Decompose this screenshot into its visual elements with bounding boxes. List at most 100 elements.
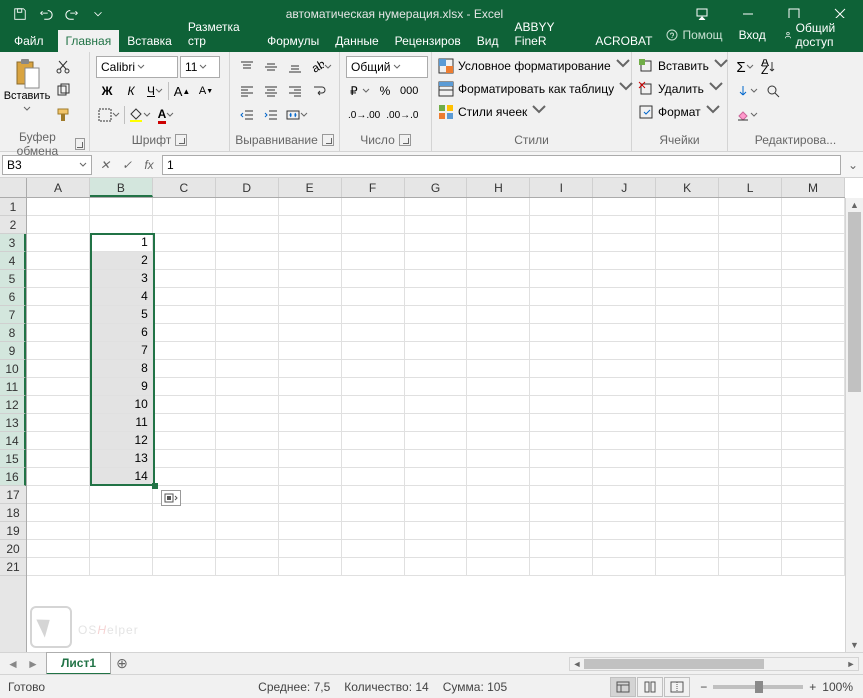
cell[interactable] (279, 378, 342, 396)
cell[interactable] (279, 414, 342, 432)
cell[interactable] (90, 558, 153, 576)
cell[interactable] (782, 198, 845, 216)
tab-review[interactable]: Рецензиров (387, 30, 469, 52)
cell[interactable] (216, 504, 279, 522)
row-header[interactable]: 14 (0, 432, 26, 450)
cell[interactable] (342, 396, 405, 414)
cell[interactable] (405, 432, 468, 450)
cell[interactable] (593, 414, 656, 432)
cell[interactable] (153, 270, 216, 288)
cell[interactable] (90, 540, 153, 558)
cell[interactable] (530, 252, 593, 270)
tab-home[interactable]: Главная (58, 30, 120, 52)
cell[interactable] (530, 378, 593, 396)
cell[interactable] (782, 432, 845, 450)
column-header[interactable]: H (467, 178, 530, 197)
row-header[interactable]: 10 (0, 360, 26, 378)
row-header[interactable]: 19 (0, 522, 26, 540)
cell[interactable] (467, 432, 530, 450)
cell[interactable] (530, 540, 593, 558)
row-header[interactable]: 18 (0, 504, 26, 522)
find-button[interactable] (762, 80, 784, 102)
column-header[interactable]: L (719, 178, 782, 197)
font-size-selector[interactable]: 11 (180, 56, 220, 78)
decrease-font-button[interactable]: A▼ (195, 80, 217, 102)
cell[interactable] (467, 198, 530, 216)
cell[interactable] (27, 396, 90, 414)
cell[interactable] (656, 540, 719, 558)
cell[interactable] (279, 234, 342, 252)
cell[interactable] (782, 522, 845, 540)
sheet-nav-prev-button[interactable]: ◄ (4, 655, 22, 673)
cell[interactable] (27, 342, 90, 360)
cell[interactable]: 7 (90, 342, 153, 360)
cell[interactable] (279, 270, 342, 288)
conditional-formatting-button[interactable]: Условное форматирование (438, 56, 634, 75)
alignment-dialog-launcher[interactable] (322, 134, 334, 146)
row-header[interactable]: 12 (0, 396, 26, 414)
delete-cells-button[interactable]: Удалить (638, 79, 729, 98)
copy-button[interactable] (52, 80, 74, 102)
row-header[interactable]: 15 (0, 450, 26, 468)
tab-acrobat[interactable]: ACROBAT (587, 30, 660, 52)
cell[interactable] (656, 360, 719, 378)
cell[interactable] (467, 540, 530, 558)
cell[interactable] (27, 252, 90, 270)
cell[interactable] (216, 216, 279, 234)
row-header[interactable]: 9 (0, 342, 26, 360)
row-header[interactable]: 11 (0, 378, 26, 396)
cell[interactable] (342, 216, 405, 234)
cell[interactable] (27, 522, 90, 540)
cell[interactable] (656, 450, 719, 468)
row-header[interactable]: 3 (0, 234, 26, 252)
cell[interactable] (279, 450, 342, 468)
cell[interactable] (405, 324, 468, 342)
clear-button[interactable] (734, 104, 760, 126)
cell[interactable] (656, 522, 719, 540)
cell[interactable] (656, 324, 719, 342)
cut-button[interactable] (52, 56, 74, 78)
cell[interactable] (467, 306, 530, 324)
autofill-options-button[interactable] (161, 490, 181, 506)
cell[interactable] (593, 486, 656, 504)
cell[interactable] (279, 252, 342, 270)
cell-styles-button[interactable]: Стили ячеек (438, 102, 634, 121)
horizontal-scroll-thumb[interactable] (584, 659, 764, 669)
horizontal-scrollbar[interactable]: ◄ ► (569, 657, 859, 671)
cell[interactable] (405, 198, 468, 216)
cell[interactable] (27, 504, 90, 522)
cell[interactable] (782, 504, 845, 522)
cell[interactable] (405, 414, 468, 432)
select-all-corner[interactable] (0, 178, 27, 198)
column-header[interactable]: M (782, 178, 845, 197)
cell[interactable] (279, 432, 342, 450)
cell[interactable] (719, 522, 782, 540)
cell[interactable] (153, 396, 216, 414)
sign-in[interactable]: Вход (731, 24, 774, 46)
cell[interactable] (342, 198, 405, 216)
cell[interactable] (593, 558, 656, 576)
cell[interactable] (719, 252, 782, 270)
zoom-out-button[interactable]: − (700, 680, 707, 694)
cell[interactable] (90, 522, 153, 540)
cell[interactable]: 12 (90, 432, 153, 450)
number-format-selector[interactable]: Общий (346, 56, 428, 78)
cell[interactable]: 2 (90, 252, 153, 270)
tab-page-layout[interactable]: Разметка стр (180, 16, 259, 52)
cell[interactable] (782, 252, 845, 270)
cell[interactable] (719, 540, 782, 558)
cell[interactable] (405, 234, 468, 252)
merge-button[interactable] (284, 104, 310, 126)
cell[interactable] (216, 252, 279, 270)
cell[interactable] (656, 558, 719, 576)
cell[interactable] (153, 414, 216, 432)
cell[interactable] (153, 306, 216, 324)
cell[interactable] (656, 486, 719, 504)
cell[interactable] (342, 504, 405, 522)
cell[interactable] (279, 342, 342, 360)
cell[interactable] (719, 378, 782, 396)
cell[interactable] (279, 522, 342, 540)
cell[interactable] (656, 432, 719, 450)
cell[interactable] (27, 432, 90, 450)
column-header[interactable]: I (530, 178, 593, 197)
